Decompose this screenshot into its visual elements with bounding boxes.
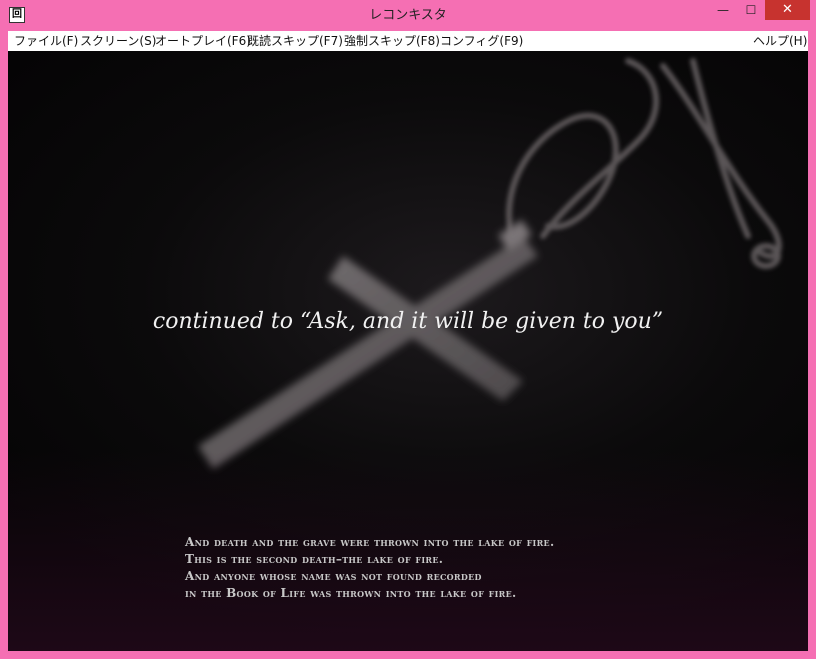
menu-help[interactable]: ヘルプ(H)	[753, 31, 807, 51]
verse-line-4: in the Book of Life was thrown into the …	[185, 586, 517, 600]
maximize-button[interactable]: ☐	[737, 0, 765, 20]
verse-line-3: And anyone whose name was not found reco…	[185, 569, 482, 583]
menu-force-skip[interactable]: 強制スキップ(F8)	[344, 31, 440, 51]
menu-config[interactable]: コンフィグ(F9)	[440, 31, 523, 51]
menu-read-skip[interactable]: 既読スキップ(F7)	[247, 31, 343, 51]
window-title: レコンキスタ	[369, 8, 447, 23]
game-screen[interactable]: continued to “Ask, and it will be given …	[8, 51, 808, 651]
app-window: 回 レコンキスタ — ☐ ✕ ファイル(F) スクリーン(S) オートプレイ(F…	[0, 0, 816, 659]
menu-autoplay[interactable]: オートプレイ(F6)	[155, 31, 251, 51]
menu-file[interactable]: ファイル(F)	[14, 31, 78, 51]
bottom-tint	[8, 451, 808, 651]
verse-line-1: And death and the grave were thrown into…	[185, 535, 555, 549]
menu-screen[interactable]: スクリーン(S)	[80, 31, 156, 51]
menu-bar: ファイル(F) スクリーン(S) オートプレイ(F6) 既読スキップ(F7) 強…	[8, 31, 808, 51]
minimize-button[interactable]: —	[709, 0, 737, 20]
scene-caption: continued to “Ask, and it will be given …	[152, 309, 664, 334]
verse-line-2: This is the second death–the lake of fir…	[185, 552, 444, 566]
close-button[interactable]: ✕	[765, 0, 810, 20]
title-bar[interactable]: 回 レコンキスタ — ☐ ✕	[0, 0, 816, 31]
